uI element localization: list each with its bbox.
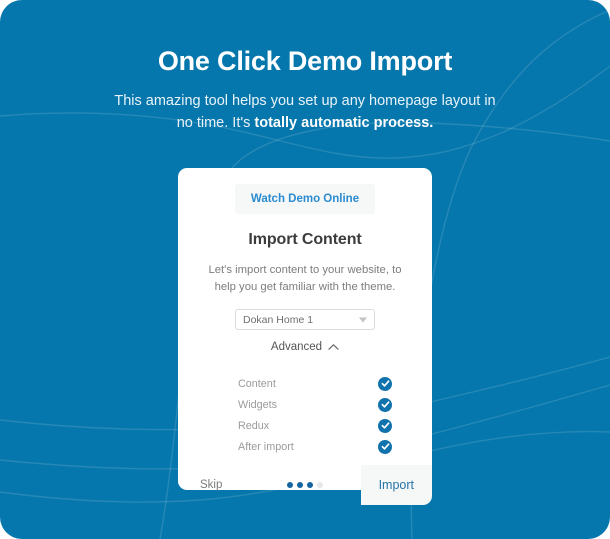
watch-demo-row: Watch Demo Online [200,184,410,214]
checklist-row-label: After import [238,440,294,453]
import-card-footer: Skip Import [178,457,432,513]
step-dot[interactable] [297,482,303,488]
screenshot-root: One Click Demo Import This amazing tool … [0,0,610,539]
chevron-up-icon [328,343,339,351]
check-circle-icon[interactable] [378,376,392,391]
check-circle-icon[interactable] [378,397,392,412]
chevron-down-icon [359,317,367,322]
hero-header: One Click Demo Import This amazing tool … [0,0,610,134]
import-card: Watch Demo Online Import Content Let's i… [178,168,432,505]
watch-demo-online-button[interactable]: Watch Demo Online [234,184,376,214]
checklist-row[interactable]: After import [238,436,392,457]
checklist-row-label: Redux [238,419,270,432]
hero-subtitle-line2-prefix: no time. It's [176,115,255,131]
import-button[interactable]: Import [360,465,432,505]
step-dot[interactable] [307,482,313,488]
step-indicator-dots [287,482,323,488]
checklist-row-label: Widgets [238,398,278,411]
checklist-row-label: Content [238,377,276,390]
demo-select-row: Dokan Home 1 [200,309,410,330]
page-title: One Click Demo Import [157,46,453,76]
hero-subtitle: This amazing tool helps you set up any h… [0,90,610,134]
import-content-description: Let's import content to your website, to… [208,264,402,293]
advanced-toggle-label: Advanced [270,341,323,353]
import-content-heading: Import Content [248,231,362,248]
hero-subtitle-line1: This amazing tool helps you set up any h… [114,93,496,109]
demo-select[interactable]: Dokan Home 1 [235,309,375,330]
checklist-row[interactable]: Redux [238,415,392,436]
check-circle-icon[interactable] [378,418,392,433]
import-options-checklist: Content Widgets Redux After import [200,373,410,457]
step-dot[interactable] [317,482,323,488]
import-card-body: Watch Demo Online Import Content Let's i… [178,168,432,457]
skip-button[interactable]: Skip [200,479,222,491]
advanced-toggle[interactable]: Advanced [271,341,339,353]
checklist-row[interactable]: Widgets [238,394,392,415]
demo-select-value: Dokan Home 1 [243,313,314,326]
check-circle-icon[interactable] [378,439,392,454]
hero-subtitle-line2-strong: totally automatic process. [254,115,434,131]
step-dot[interactable] [287,482,293,488]
checklist-row[interactable]: Content [238,373,392,394]
